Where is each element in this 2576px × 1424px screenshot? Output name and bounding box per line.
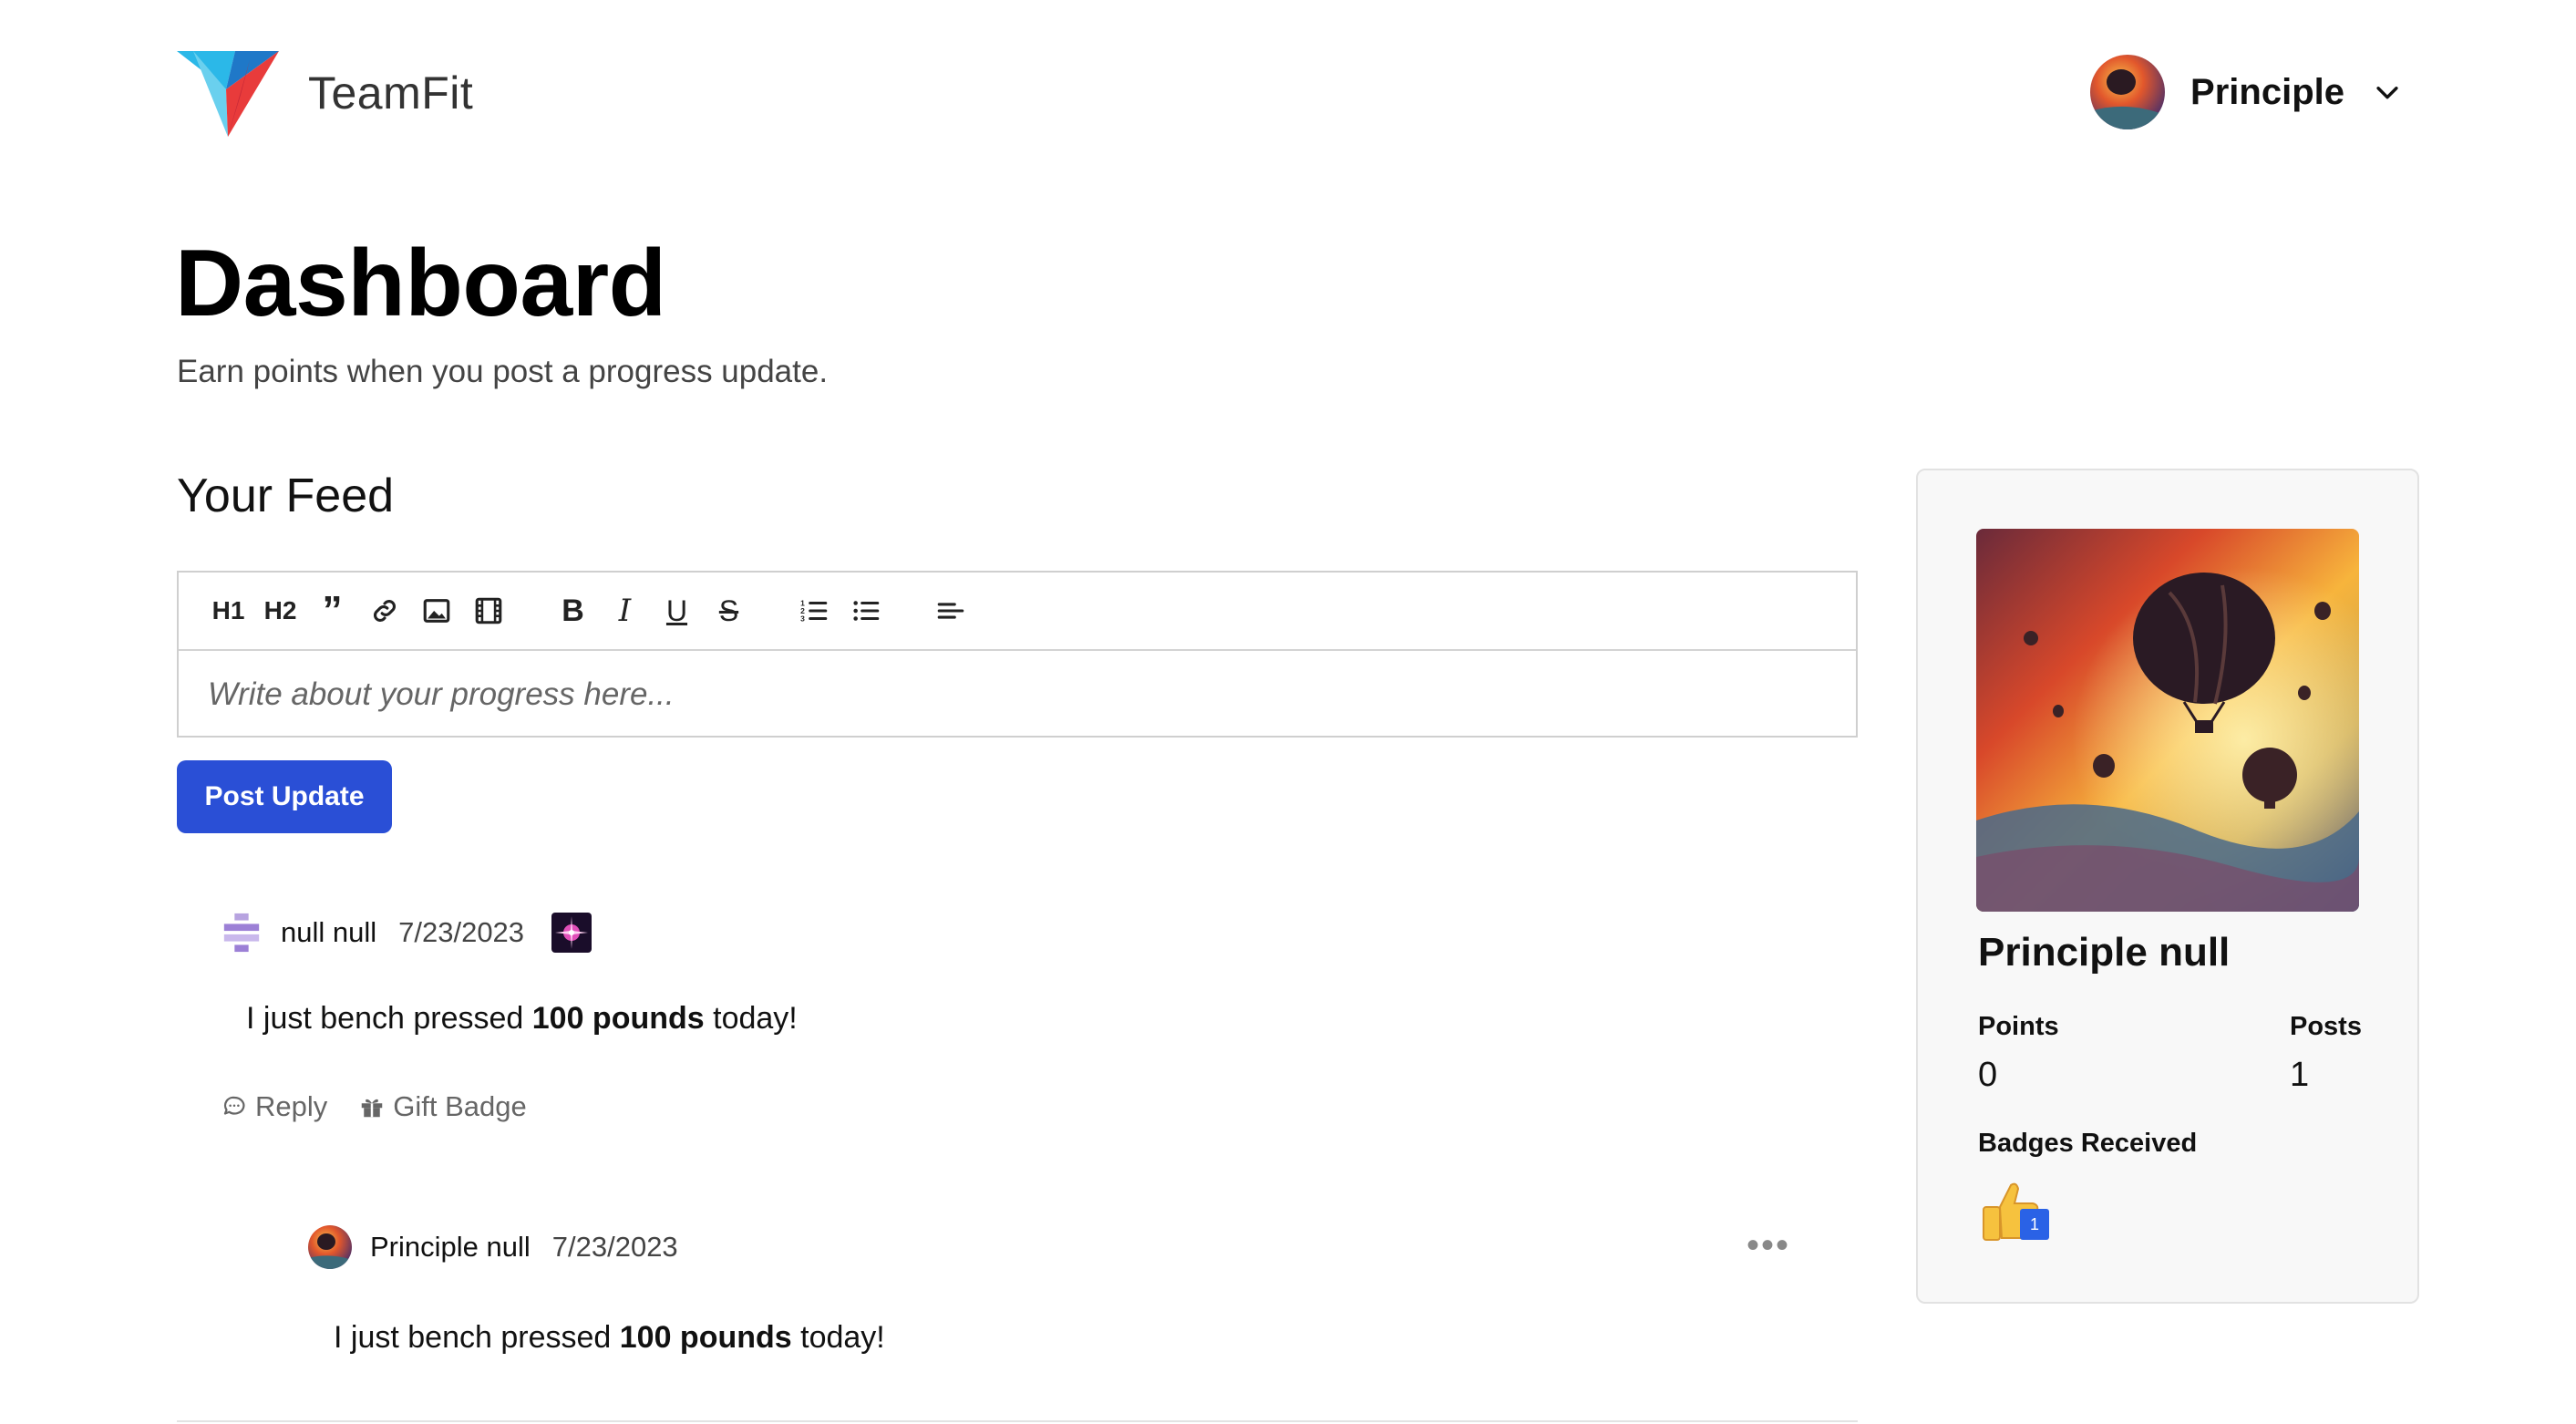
reply-header: Principle null 7/23/2023 [308, 1225, 678, 1269]
bold-icon[interactable]: B [547, 585, 599, 637]
heading-1-icon[interactable]: H1 [202, 585, 254, 637]
bullet-list-icon[interactable] [840, 585, 891, 637]
brand-name: TeamFit [308, 67, 474, 119]
underline-icon[interactable]: U [651, 585, 703, 637]
post-body: I just bench pressed 100 pounds today! [246, 1001, 798, 1036]
avatar [2090, 55, 2166, 129]
post-actions: Reply Gift Badge [221, 1090, 527, 1123]
logo-icon [177, 51, 279, 137]
posts-value: 1 [2290, 1056, 2310, 1094]
post-body: I just bench pressed 100 pounds today! [334, 1320, 885, 1355]
post-date: 7/23/2023 [398, 916, 525, 948]
sparkle-badge-icon [551, 913, 592, 953]
ordered-list-icon[interactable]: 123 [788, 585, 840, 637]
feed-title: Your Feed [177, 470, 395, 522]
post-author[interactable]: null null [281, 916, 376, 949]
chevron-down-icon[interactable] [2372, 77, 2403, 108]
divider [177, 1420, 1858, 1422]
heading-2-icon[interactable]: H2 [254, 585, 306, 637]
post-update-button[interactable]: Post Update [177, 760, 392, 833]
post-editor: H1 H2 ” B I U S 123 Write about your pro… [177, 571, 1858, 738]
quote-icon[interactable]: ” [306, 585, 358, 637]
editor-toolbar: H1 H2 ” B I U S 123 [179, 573, 1856, 651]
page-subtitle: Earn points when you post a progress upd… [177, 354, 829, 389]
post-text-input[interactable]: Write about your progress here... [179, 651, 1856, 738]
user-name: Principle [2190, 71, 2344, 112]
post-date: 7/23/2023 [551, 1231, 678, 1263]
more-options-icon[interactable]: ••• [1747, 1227, 1790, 1264]
reply-button[interactable]: Reply [221, 1090, 327, 1123]
link-icon[interactable] [358, 585, 410, 637]
video-icon[interactable] [462, 585, 514, 637]
svg-text:3: 3 [800, 614, 805, 623]
avatar [308, 1225, 352, 1269]
profile-image [1976, 529, 2359, 912]
gift-badge-button[interactable]: Gift Badge [358, 1090, 527, 1123]
avatar [221, 912, 263, 954]
brand-logo[interactable]: TeamFit [177, 49, 473, 137]
user-menu[interactable]: Principle [2090, 55, 2403, 129]
post-author[interactable]: Principle null [370, 1231, 531, 1264]
posts-label: Posts [2290, 1012, 2362, 1041]
post-header: null null 7/23/2023 [221, 912, 592, 954]
profile-card: Principle null Points 0 Posts 1 Badges R… [1916, 469, 2419, 1304]
comment-icon [223, 1096, 245, 1115]
gift-icon [362, 1099, 383, 1118]
points-value: 0 [1978, 1056, 1998, 1094]
badge-count: 1 [2020, 1209, 2049, 1240]
align-left-icon[interactable] [924, 585, 976, 637]
italic-icon[interactable]: I [599, 585, 651, 637]
points-label: Points [1978, 1012, 2059, 1041]
profile-name: Principle null [1978, 930, 2231, 975]
badges-label: Badges Received [1978, 1129, 2198, 1158]
image-icon[interactable] [410, 585, 462, 637]
strikethrough-icon[interactable]: S [703, 585, 755, 637]
page-title: Dashboard [175, 231, 666, 336]
